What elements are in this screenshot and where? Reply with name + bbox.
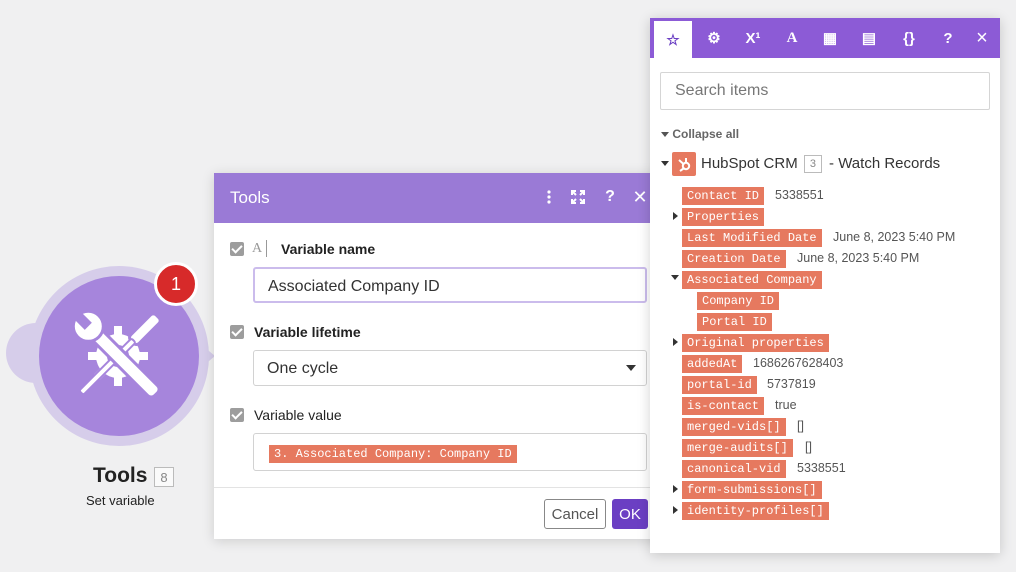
root-suffix: - Watch Records	[829, 155, 941, 172]
expand-icon[interactable]	[673, 338, 678, 346]
item-creation-date[interactable]: Creation Date	[682, 250, 786, 268]
item-value: true	[775, 398, 797, 412]
variable-value-checkbox[interactable]	[230, 408, 244, 422]
calendar-icon[interactable]: ▦	[811, 18, 849, 58]
dialog-title: Tools	[230, 188, 270, 207]
variable-lifetime-checkbox[interactable]	[230, 325, 244, 339]
variable-name-value: Associated Company ID	[268, 278, 440, 295]
item-value: 1686267628403	[753, 356, 844, 370]
variable-name-label: Variable name	[281, 241, 376, 257]
item-merge-audits[interactable]: merge-audits[]	[682, 439, 793, 457]
module-title: Tools	[93, 464, 148, 487]
module-subtitle: Set variable	[86, 493, 155, 508]
hubspot-logo-icon	[672, 152, 696, 176]
ok-button[interactable]: OK	[612, 499, 648, 529]
item-last-modified-date[interactable]: Last Modified Date	[682, 229, 822, 247]
item-added-at[interactable]: addedAt	[682, 355, 743, 373]
help-icon[interactable]: ?	[602, 186, 618, 208]
tools-icon	[71, 309, 162, 399]
expand-icon[interactable]	[673, 485, 678, 493]
text-icon[interactable]: A	[773, 18, 811, 58]
item-value: 5338551	[797, 461, 846, 475]
table-icon[interactable]: ▤	[850, 18, 888, 58]
variable-value-label: Variable value	[254, 407, 342, 423]
root-name: HubSpot CRM	[701, 155, 798, 172]
variable-name-input[interactable]: Associated Company ID	[253, 267, 647, 303]
item-original-properties[interactable]: Original properties	[682, 334, 829, 352]
item-identity-profiles[interactable]: identity-profiles[]	[682, 502, 829, 520]
mapped-value-pill[interactable]: 3. Associated Company: Company ID	[269, 445, 517, 463]
superscript-icon[interactable]: X¹	[734, 18, 772, 58]
variable-lifetime-value: One cycle	[267, 360, 339, 377]
cancel-button[interactable]: Cancel	[544, 499, 606, 529]
item-value: June 8, 2023 5:40 PM	[797, 251, 920, 265]
search-input[interactable]	[673, 81, 977, 101]
collapse-icon[interactable]	[671, 275, 679, 280]
expand-icon[interactable]	[673, 506, 678, 514]
module-root-label[interactable]: HubSpot CRM 3 - Watch Records	[701, 155, 941, 174]
braces-icon[interactable]: {}	[890, 18, 928, 58]
item-value: 5338551	[775, 188, 824, 202]
gear-icon[interactable]: ⚙	[695, 18, 733, 58]
item-form-submissions[interactable]: form-submissions[]	[682, 481, 822, 499]
item-value: []	[805, 440, 812, 454]
search-box[interactable]	[660, 72, 990, 110]
dialog-body: A Variable name Associated Company ID Va…	[214, 223, 664, 487]
close-icon[interactable]: ✕	[632, 186, 648, 208]
item-merged-vids[interactable]: merged-vids[]	[682, 418, 786, 436]
expand-icon[interactable]	[673, 212, 678, 220]
variable-lifetime-label: Variable lifetime	[254, 324, 361, 340]
item-value: []	[797, 419, 804, 433]
dialog-footer: Cancel OK	[214, 487, 664, 540]
panel-tabs: ☆ ⚙ X¹ A ▦ ▤ {} ? ×	[650, 18, 1000, 58]
help-icon[interactable]: ?	[936, 18, 960, 58]
chevron-down-icon	[626, 365, 636, 371]
item-company-id[interactable]: Company ID	[697, 292, 780, 310]
collapse-all-label: Collapse all	[672, 127, 740, 141]
item-canonical-vid[interactable]: canonical-vid	[682, 460, 786, 478]
item-associated-company[interactable]: Associated Company	[682, 271, 822, 289]
dialog-header: Tools ? ✕	[214, 173, 664, 223]
item-is-contact[interactable]: is-contact	[682, 397, 765, 415]
close-icon[interactable]: ×	[970, 18, 994, 58]
item-properties[interactable]: Properties	[682, 208, 765, 226]
item-contact-id[interactable]: Contact ID	[682, 187, 765, 205]
operations-badge[interactable]: 1	[154, 262, 198, 306]
text-type-icon: A	[252, 241, 263, 256]
star-icon[interactable]: ☆	[654, 21, 692, 58]
chevron-down-icon	[661, 132, 669, 138]
label-divider	[266, 240, 267, 257]
tools-dialog: Tools ? ✕ A Variable name Associated Com…	[214, 173, 664, 539]
variable-name-checkbox[interactable]	[230, 242, 244, 256]
module-number: 8	[154, 467, 174, 487]
variable-value-input[interactable]: 3. Associated Company: Company ID	[253, 433, 647, 471]
mapping-panel: ☆ ⚙ X¹ A ▦ ▤ {} ? × Collapse all HubSpot…	[650, 18, 1000, 553]
kebab-menu-icon[interactable]	[544, 186, 554, 208]
root-expand-icon[interactable]	[661, 161, 669, 166]
item-value: 5737819	[767, 377, 816, 391]
expand-icon[interactable]	[570, 186, 586, 208]
item-value: June 8, 2023 5:40 PM	[833, 230, 956, 244]
item-portal-id-field[interactable]: portal-id	[682, 376, 757, 394]
item-portal-id[interactable]: Portal ID	[697, 313, 772, 331]
root-number: 3	[803, 155, 822, 174]
collapse-all-button[interactable]: Collapse all	[661, 127, 739, 141]
variable-lifetime-select[interactable]: One cycle	[253, 350, 647, 386]
